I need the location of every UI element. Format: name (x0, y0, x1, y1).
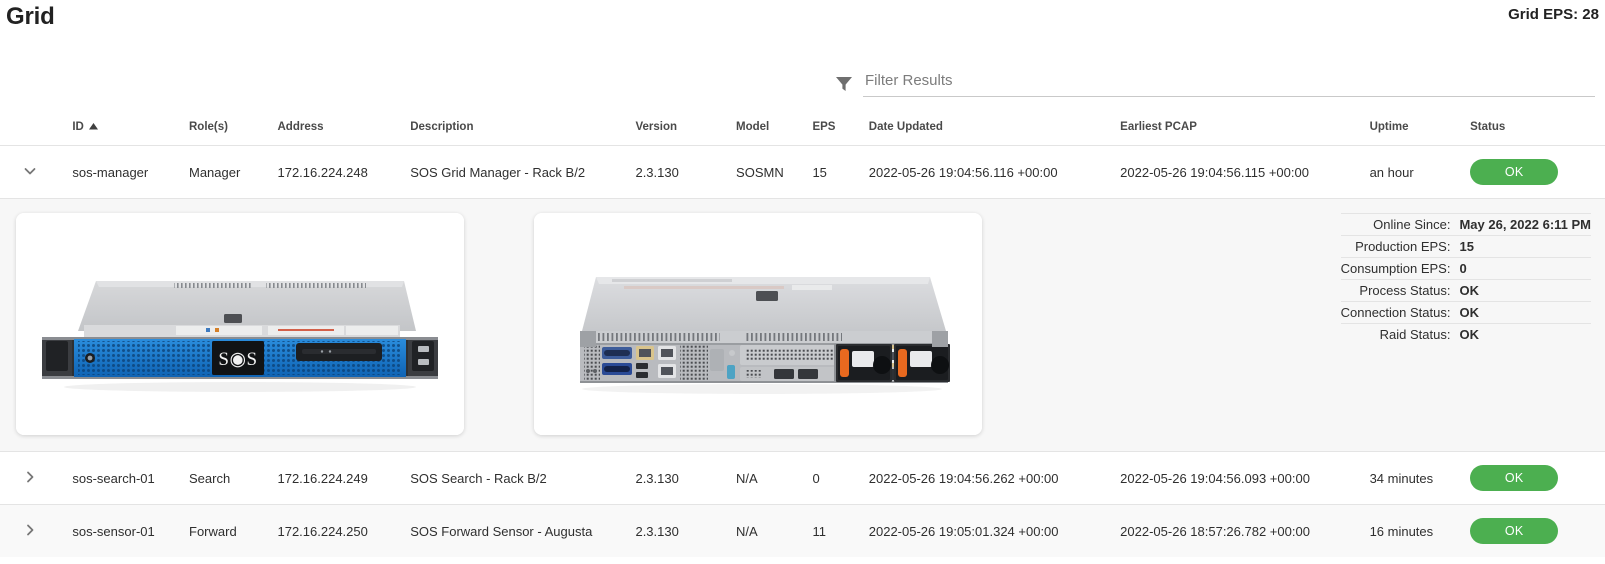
cell-description: SOS Grid Manager - Rack B/2 (404, 145, 630, 199)
chevron-down-icon[interactable] (22, 163, 38, 179)
stat-row-connection-status: Connection Status: OK (1340, 301, 1591, 324)
cell-date-updated: 2022-05-26 19:05:01.324 +00:00 (862, 504, 1115, 557)
cell-earliest-pcap: 2022-05-26 18:57:26.782 +00:00 (1114, 504, 1364, 557)
status-badge: OK (1470, 465, 1559, 491)
column-header-status[interactable]: Status (1464, 115, 1605, 146)
sort-ascending-icon (88, 121, 98, 133)
cell-address: 172.16.224.250 (271, 504, 405, 557)
row-expand-toggle[interactable] (0, 451, 67, 505)
stat-label-raid-status: Raid Status: (1340, 323, 1460, 345)
server-rear-image (534, 213, 982, 435)
server-brand-text: S◉S (218, 349, 257, 370)
stat-row-process-status: Process Status: OK (1340, 279, 1591, 302)
table-row[interactable]: sos-sensor-01 Forward 172.16.224.250 SOS… (0, 504, 1605, 557)
filter-funnel-icon[interactable] (835, 75, 853, 93)
table-body: sos-manager Manager 172.16.224.248 SOS G… (0, 145, 1605, 557)
row-expand-toggle[interactable] (0, 504, 67, 557)
cell-version: 2.3.130 (629, 451, 731, 505)
cell-version: 2.3.130 (629, 504, 731, 557)
cell-uptime: an hour (1363, 145, 1465, 199)
table-row[interactable]: sos-manager Manager 172.16.224.248 SOS G… (0, 145, 1605, 199)
filter-bar (0, 40, 1605, 97)
column-header-address[interactable]: Address (271, 115, 404, 146)
cell-uptime: 34 minutes (1363, 451, 1465, 505)
cell-eps: 15 (806, 145, 863, 199)
grid-eps-indicator: Grid EPS: 28 (1508, 6, 1599, 23)
cell-status: OK (1464, 451, 1605, 505)
cell-status: OK (1464, 504, 1605, 557)
page-header: Grid Grid EPS: 28 (0, 0, 1605, 40)
stat-label-online-since: Online Since: (1340, 213, 1460, 236)
stat-row-online-since: Online Since: May 26, 2022 6:11 PM (1340, 213, 1591, 236)
cell-version: 2.3.130 (629, 145, 731, 199)
stat-row-consumption-eps: Consumption EPS: 0 (1340, 257, 1591, 280)
filter-control (835, 70, 1595, 97)
cell-description: SOS Forward Sensor - Augusta (404, 504, 630, 557)
cell-roles: Forward (183, 504, 272, 557)
column-header-model[interactable]: Model (730, 115, 806, 146)
column-header-roles[interactable]: Role(s) (183, 115, 271, 146)
status-badge: OK (1470, 159, 1559, 185)
cell-earliest-pcap: 2022-05-26 19:04:56.093 +00:00 (1114, 451, 1364, 505)
server-front-image: S◉S (16, 213, 464, 435)
cell-status: OK (1464, 145, 1605, 199)
cell-model: N/A (730, 504, 807, 557)
stat-label-consumption-eps: Consumption EPS: (1340, 257, 1460, 280)
stat-row-production-eps: Production EPS: 15 (1340, 235, 1591, 258)
cell-roles: Manager (183, 145, 272, 199)
cell-id: sos-search-01 (66, 451, 183, 505)
stat-value-consumption-eps: 0 (1459, 257, 1591, 280)
grid-table: ID Role(s) Address Description Version M… (0, 115, 1605, 557)
stat-label-process-status: Process Status: (1340, 279, 1460, 302)
cell-uptime: 16 minutes (1363, 504, 1465, 557)
column-header-id-label: ID (72, 121, 84, 133)
column-header-description[interactable]: Description (404, 115, 629, 146)
stat-label-production-eps: Production EPS: (1340, 235, 1460, 258)
cell-address: 172.16.224.249 (271, 451, 405, 505)
cell-id: sos-manager (66, 145, 183, 199)
column-header-earliest-pcap[interactable]: Earliest PCAP (1114, 115, 1363, 146)
column-header-version[interactable]: Version (629, 115, 730, 146)
column-header-eps[interactable]: EPS (806, 115, 862, 146)
column-header-date-updated[interactable]: Date Updated (863, 115, 1114, 146)
column-header-toggle (0, 115, 66, 146)
cell-roles: Search (183, 451, 272, 505)
cell-description: SOS Search - Rack B/2 (404, 451, 630, 505)
cell-eps: 0 (806, 451, 863, 505)
stat-value-connection-status: OK (1459, 301, 1591, 324)
column-header-id[interactable]: ID (66, 115, 183, 146)
header-row: ID Role(s) Address Description Version M… (0, 115, 1605, 146)
filter-results-input[interactable] (863, 70, 1595, 97)
cell-eps: 11 (806, 504, 863, 557)
cell-model: N/A (730, 451, 807, 505)
cell-id: sos-sensor-01 (66, 504, 183, 557)
stat-value-raid-status: OK (1459, 323, 1591, 345)
cell-date-updated: 2022-05-26 19:04:56.116 +00:00 (862, 145, 1115, 199)
detail-stats: Online Since: May 26, 2022 6:11 PM Produ… (1340, 213, 1595, 345)
page-title: Grid (6, 3, 55, 30)
row-expand-toggle[interactable] (0, 145, 67, 199)
stat-row-raid-status: Raid Status: OK (1340, 323, 1591, 345)
cell-address: 172.16.224.248 (271, 145, 405, 199)
detail-stats-table: Online Since: May 26, 2022 6:11 PM Produ… (1340, 213, 1591, 345)
column-header-uptime[interactable]: Uptime (1364, 115, 1465, 146)
row-detail-panel: S◉S Online Since: May 26, 2022 6:11 PM P… (0, 198, 1605, 452)
chevron-right-icon[interactable] (22, 469, 38, 485)
detail-panel: S◉S Online Since: May 26, 2022 6:11 PM P… (0, 199, 1605, 451)
status-badge: OK (1470, 518, 1559, 544)
table-header: ID Role(s) Address Description Version M… (0, 115, 1605, 146)
cell-earliest-pcap: 2022-05-26 19:04:56.115 +00:00 (1114, 145, 1364, 199)
stat-value-online-since: May 26, 2022 6:11 PM (1459, 213, 1591, 236)
stat-value-production-eps: 15 (1459, 235, 1591, 258)
cell-date-updated: 2022-05-26 19:04:56.262 +00:00 (862, 451, 1115, 505)
chevron-right-icon[interactable] (22, 522, 38, 538)
row-detail-cell: S◉S Online Since: May 26, 2022 6:11 PM P… (0, 198, 1605, 452)
stat-label-connection-status: Connection Status: (1340, 301, 1460, 324)
table-row[interactable]: sos-search-01 Search 172.16.224.249 SOS … (0, 451, 1605, 505)
stat-value-process-status: OK (1459, 279, 1591, 302)
cell-model: SOSMN (730, 145, 807, 199)
